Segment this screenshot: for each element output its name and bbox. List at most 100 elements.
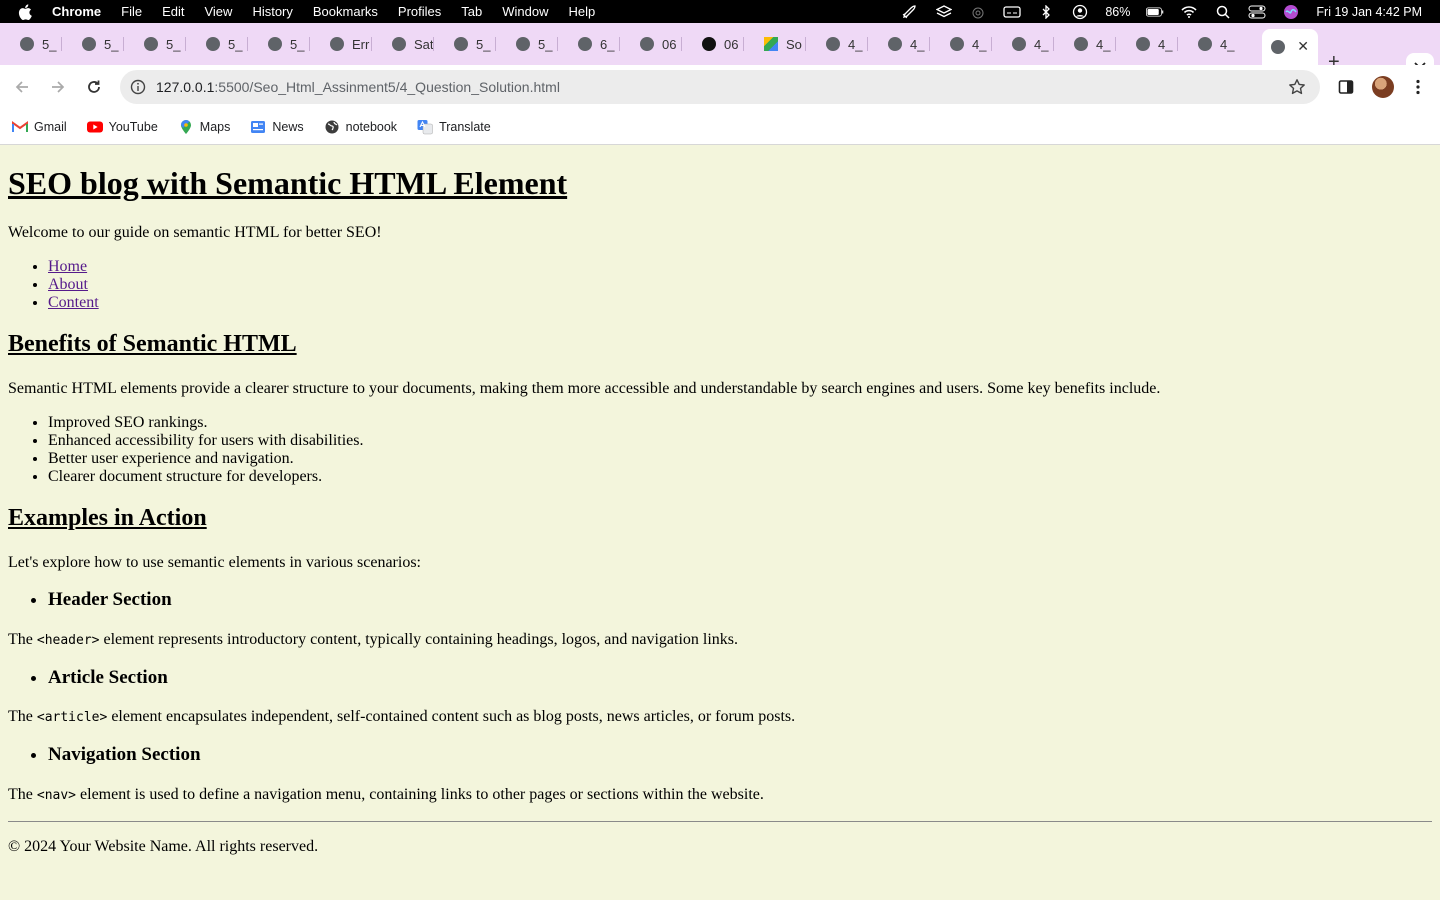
maps-icon	[178, 119, 194, 135]
close-tab-icon[interactable]: ✕	[1297, 38, 1309, 55]
menu-view[interactable]: View	[204, 4, 232, 19]
description-text: element encapsulates independent, self-c…	[107, 708, 796, 725]
bookmark-gmail[interactable]: Gmail	[12, 119, 67, 135]
example-description: The <article> element encapsulates indep…	[8, 708, 795, 726]
nav-link-about[interactable]: About	[48, 276, 88, 293]
battery-icon[interactable]	[1146, 5, 1164, 19]
browser-tab[interactable]: 4_	[1178, 29, 1262, 59]
menu-profiles[interactable]: Profiles	[398, 4, 441, 19]
youtube-icon	[86, 119, 103, 135]
bookmark-translate[interactable]: Translate	[417, 119, 491, 135]
browser-tab[interactable]: 5_	[496, 29, 558, 59]
browser-tab[interactable]: 06	[620, 29, 682, 59]
code-tag: <nav>	[36, 788, 77, 803]
bookmark-notebook[interactable]: notebook	[324, 119, 397, 135]
bookmark-label: Maps	[199, 119, 231, 134]
bookmark-label: Translate	[439, 119, 491, 134]
airdrop-icon[interactable]	[969, 5, 987, 19]
tab-title: 5_	[166, 36, 181, 52]
bookmark-youtube[interactable]: YouTube	[86, 119, 158, 135]
tab-title: Sat	[414, 36, 434, 52]
bookmark-star-icon[interactable]	[1288, 78, 1306, 96]
tab-favicon-icon	[206, 37, 220, 51]
bookmarks-bar: Gmail YouTube Maps News notebook Transla…	[0, 109, 1440, 145]
layers-icon[interactable]	[935, 4, 953, 19]
browser-tab[interactable]: 06	[682, 29, 744, 59]
browser-tab[interactable]: 4_	[806, 29, 868, 59]
menu-history[interactable]: History	[252, 4, 292, 19]
browser-tab[interactable]: 4_	[930, 29, 992, 59]
browser-tab[interactable]: Err	[310, 29, 372, 59]
welcome-text: Welcome to our guide on semantic HTML fo…	[8, 224, 382, 241]
description-text: The	[8, 708, 37, 725]
spotlight-search-icon[interactable]	[1214, 5, 1232, 19]
browser-tab[interactable]: 4_	[1054, 29, 1116, 59]
globe-icon	[324, 119, 340, 135]
back-button[interactable]	[12, 77, 32, 97]
url-text[interactable]: 127.0.0.1:5500/Seo_Html_Assinment5/4_Que…	[156, 79, 560, 95]
menu-window[interactable]: Window	[502, 4, 548, 19]
browser-tab-active[interactable]: ✕	[1262, 29, 1318, 65]
tab-favicon-icon	[826, 37, 840, 51]
rocket-icon[interactable]	[901, 4, 919, 19]
menu-bookmarks[interactable]: Bookmarks	[313, 4, 378, 19]
address-bar[interactable]: 127.0.0.1:5500/Seo_Html_Assinment5/4_Que…	[120, 70, 1320, 104]
bookmark-label: News	[272, 119, 304, 134]
browser-tab[interactable]: 4_	[992, 29, 1054, 59]
profile-avatar[interactable]	[1372, 76, 1394, 98]
benefit-item: Improved SEO rankings.	[48, 414, 363, 432]
nav-list-item: Content	[48, 294, 99, 312]
tab-favicon-icon	[1074, 37, 1088, 51]
tab-favicon-icon	[330, 37, 344, 51]
tab-favicon-icon	[702, 37, 716, 51]
caption-icon[interactable]	[1003, 5, 1022, 19]
news-icon	[250, 119, 266, 135]
user-circle-icon[interactable]	[1071, 4, 1089, 19]
tab-title: 5_	[228, 36, 243, 52]
nav-link-content[interactable]: Content	[48, 294, 99, 311]
browser-tab[interactable]: 6_	[558, 29, 620, 59]
browser-tab[interactable]: So	[744, 29, 806, 59]
tab-title: 4_	[972, 36, 987, 52]
siri-icon[interactable]	[1282, 4, 1300, 19]
footer-divider	[8, 821, 1432, 822]
more-menu-icon[interactable]	[1408, 77, 1428, 97]
browser-tab[interactable]: 4_	[868, 29, 930, 59]
tab-title: 4_	[910, 36, 925, 52]
tab-title: 4_	[1096, 36, 1111, 52]
apple-icon[interactable]	[18, 3, 34, 20]
browser-tab[interactable]: 5_	[248, 29, 310, 59]
menu-app-name[interactable]: Chrome	[52, 4, 101, 19]
menu-tab[interactable]: Tab	[461, 4, 482, 19]
control-center-icon[interactable]	[1248, 5, 1266, 19]
browser-tab[interactable]: Sat	[372, 29, 434, 59]
browser-tab[interactable]: 4_	[1116, 29, 1178, 59]
browser-tab[interactable]: 5_	[62, 29, 124, 59]
menubar-clock[interactable]: Fri 19 Jan 4:42 PM	[1316, 5, 1422, 19]
benefits-heading: Benefits of Semantic HTML	[8, 331, 297, 357]
browser-tab[interactable]: 5_	[124, 29, 186, 59]
reload-button[interactable]	[84, 77, 104, 97]
menu-help[interactable]: Help	[569, 4, 596, 19]
browser-tab[interactable]: 5_	[434, 29, 496, 59]
bookmark-news[interactable]: News	[250, 119, 304, 135]
bookmark-maps[interactable]: Maps	[178, 119, 231, 135]
tab-favicon-icon	[454, 37, 468, 51]
menu-edit[interactable]: Edit	[162, 4, 184, 19]
code-tag: <header>	[36, 633, 100, 648]
menu-file[interactable]: File	[121, 4, 142, 19]
page-nav-list: Home About Content	[48, 258, 99, 312]
tab-favicon-icon	[268, 37, 282, 51]
example-description: The <header> element represents introduc…	[8, 631, 738, 649]
nav-link-home[interactable]: Home	[48, 258, 87, 275]
side-panel-icon[interactable]	[1336, 77, 1356, 97]
wifi-icon[interactable]	[1180, 5, 1198, 19]
site-info-icon[interactable]	[130, 79, 146, 95]
nav-list-item: About	[48, 276, 99, 294]
browser-tab[interactable]: 5_	[0, 29, 62, 59]
tab-title: 4_	[1220, 36, 1235, 52]
forward-button[interactable]	[48, 77, 68, 97]
nav-list-item: Home	[48, 258, 99, 276]
browser-tab[interactable]: 5_	[186, 29, 248, 59]
bluetooth-icon[interactable]	[1037, 4, 1055, 19]
